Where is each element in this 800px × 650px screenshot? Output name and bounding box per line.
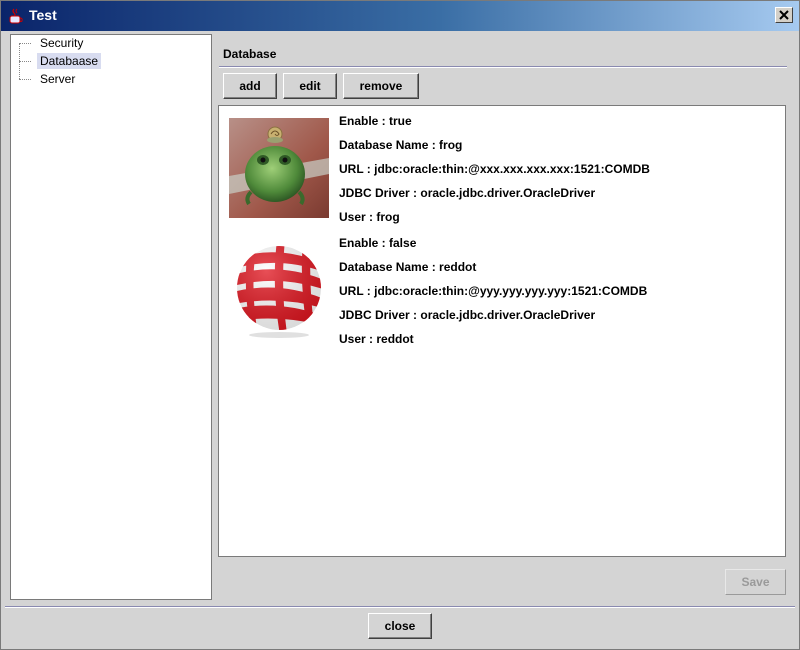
tree-item-label: Server [40, 72, 76, 86]
title-bar[interactable]: Test [1, 1, 799, 31]
tree-branch [19, 43, 31, 45]
record-jdbc-driver: JDBC Driver : oracle.jdbc.driver.OracleD… [339, 308, 596, 322]
frog-photo [229, 118, 329, 218]
save-button[interactable]: Save [725, 569, 786, 595]
section-title: Database [223, 47, 277, 61]
close-button[interactable]: close [368, 613, 432, 639]
record-database-name: Database Name : reddot [339, 260, 477, 274]
tree-item-security[interactable]: Security [19, 36, 86, 54]
tree-item-label: Security [40, 36, 84, 50]
footer-divider [5, 606, 795, 608]
close-icon [779, 10, 789, 20]
window-title: Test [29, 7, 57, 23]
record-url: URL : jdbc:oracle:thin:@xxx.xxx.xxx.xxx:… [339, 162, 650, 176]
record-enable: Enable : true [339, 114, 412, 128]
record-jdbc-driver: JDBC Driver : oracle.jdbc.driver.OracleD… [339, 186, 596, 200]
tree-branch [19, 79, 31, 81]
java-cup-icon [9, 8, 23, 24]
tree-item-server[interactable]: Server [19, 72, 78, 90]
record-url: URL : jdbc:oracle:thin:@yyy.yyy.yyy.yyy:… [339, 284, 648, 298]
record-enable: Enable : false [339, 236, 417, 250]
remove-button[interactable]: remove [343, 73, 419, 99]
record-user: User : frog [339, 210, 400, 224]
database-list-panel[interactable]: Enable : true Database Name : frog URL :… [218, 105, 786, 557]
navigation-tree[interactable]: Security Databaase Server [10, 34, 212, 600]
section-divider [219, 66, 787, 68]
tree-branch [19, 61, 31, 63]
add-button[interactable]: add [223, 73, 277, 99]
close-window-button[interactable] [775, 7, 793, 23]
record-database-name: Database Name : frog [339, 138, 463, 152]
edit-button[interactable]: edit [283, 73, 337, 99]
tree-item-database[interactable]: Databaase [19, 53, 102, 72]
dialog-window: Test Security Databaase Server Database … [0, 0, 800, 650]
record-user: User : reddot [339, 332, 414, 346]
tree-item-label: Databaase [37, 53, 102, 69]
reddot-ball-logo [229, 240, 329, 340]
